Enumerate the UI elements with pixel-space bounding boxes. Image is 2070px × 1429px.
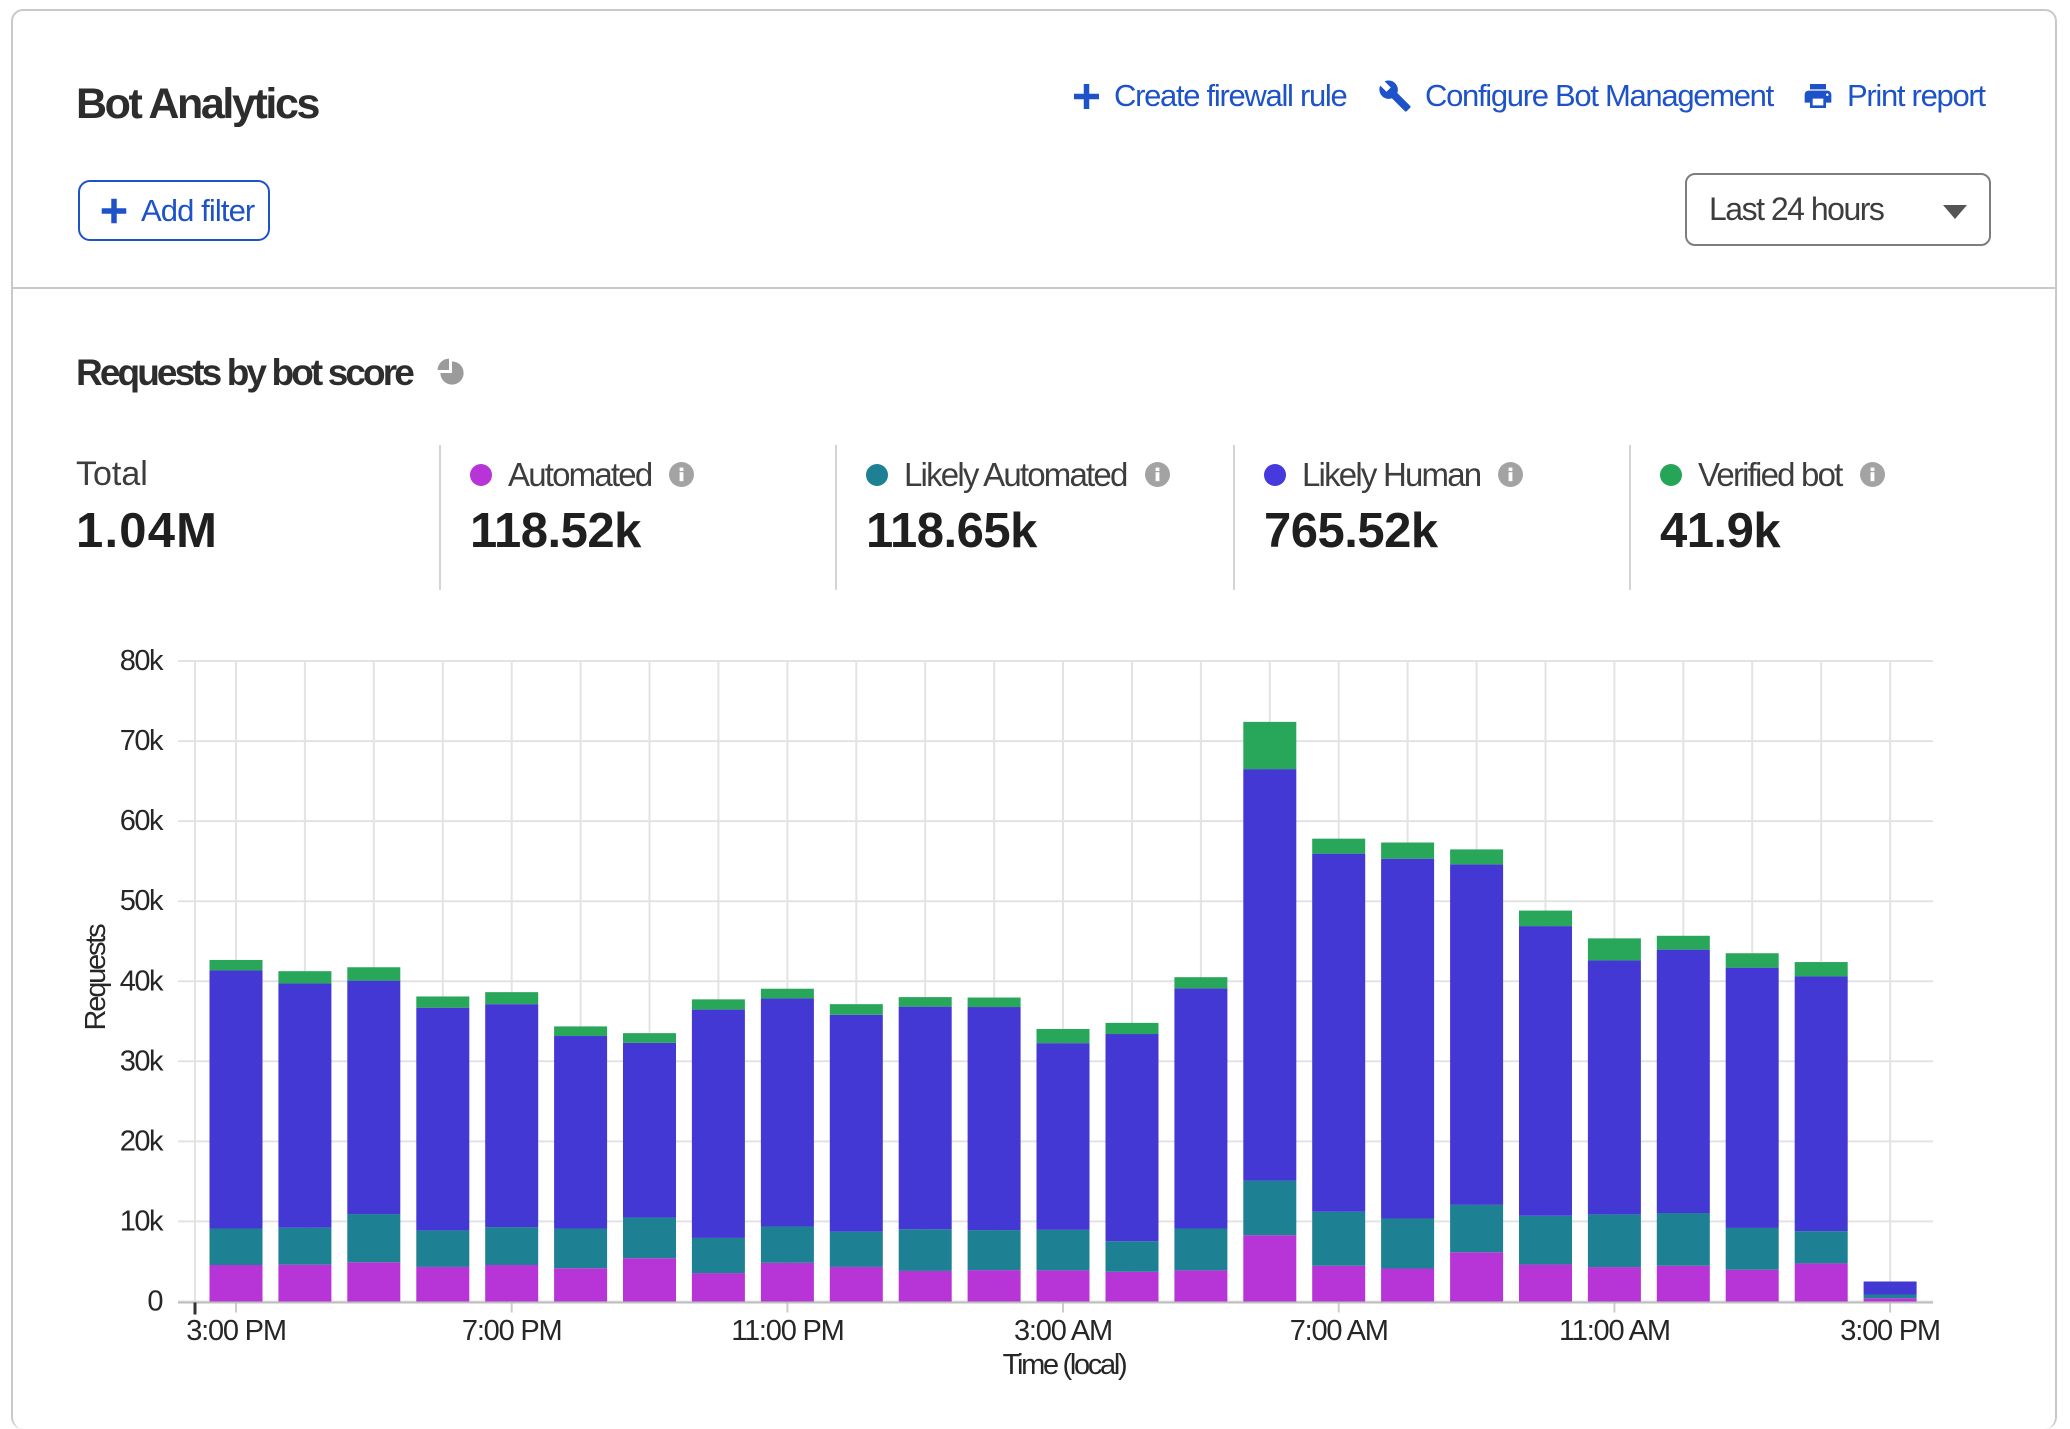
svg-text:40k: 40k [120, 965, 164, 997]
svg-text:20k: 20k [120, 1125, 164, 1157]
svg-text:11:00 AM: 11:00 AM [1559, 1315, 1670, 1347]
svg-text:0: 0 [147, 1286, 162, 1318]
svg-text:Time (local): Time (local) [1003, 1349, 1126, 1381]
svg-text:7:00 PM: 7:00 PM [462, 1315, 562, 1347]
svg-text:80k: 80k [120, 645, 164, 677]
svg-text:70k: 70k [120, 725, 164, 757]
svg-text:60k: 60k [120, 805, 164, 837]
svg-text:3:00 PM: 3:00 PM [186, 1315, 286, 1347]
svg-text:Requests: Requests [80, 924, 112, 1031]
svg-text:30k: 30k [120, 1045, 164, 1077]
svg-text:50k: 50k [120, 885, 164, 917]
svg-text:10k: 10k [120, 1205, 164, 1237]
svg-text:3:00 AM: 3:00 AM [1014, 1315, 1112, 1347]
svg-text:11:00 PM: 11:00 PM [731, 1315, 843, 1347]
svg-text:3:00 PM: 3:00 PM [1840, 1315, 1940, 1347]
svg-text:7:00 AM: 7:00 AM [1290, 1315, 1388, 1347]
